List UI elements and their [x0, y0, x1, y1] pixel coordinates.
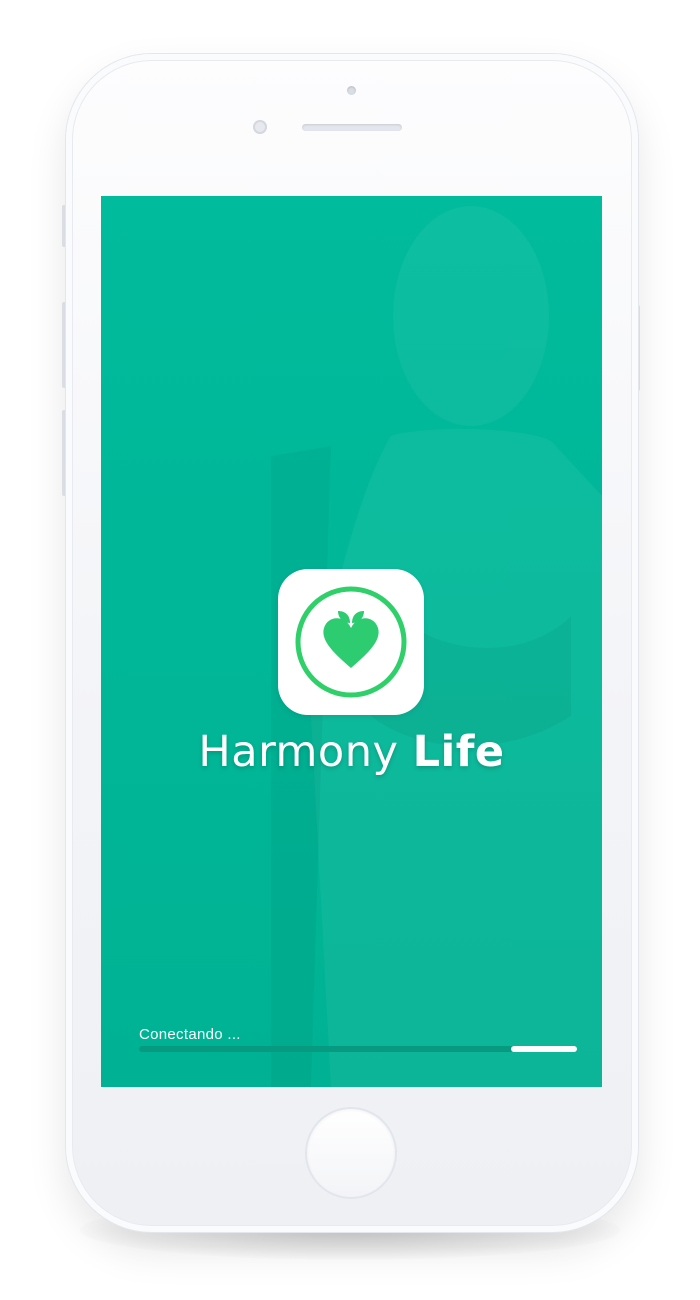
apple-heart-icon — [295, 586, 407, 698]
app-title: Harmony Life — [101, 727, 602, 777]
earpiece-speaker — [302, 124, 402, 131]
front-camera — [347, 86, 356, 95]
home-button[interactable] — [307, 1109, 395, 1197]
splash-screen: Harmony Life Conectando ... — [101, 196, 602, 1087]
app-title-light: Harmony — [198, 727, 399, 777]
loading-progress-bar — [139, 1046, 577, 1052]
device-mockup: Harmony Life Conectando ... — [0, 0, 700, 1300]
proximity-sensor — [253, 120, 267, 134]
loading-status-text: Conectando ... — [139, 1026, 241, 1043]
app-title-bold: Life — [412, 727, 505, 777]
loading-progress-fill — [511, 1046, 577, 1052]
app-icon — [278, 569, 424, 715]
